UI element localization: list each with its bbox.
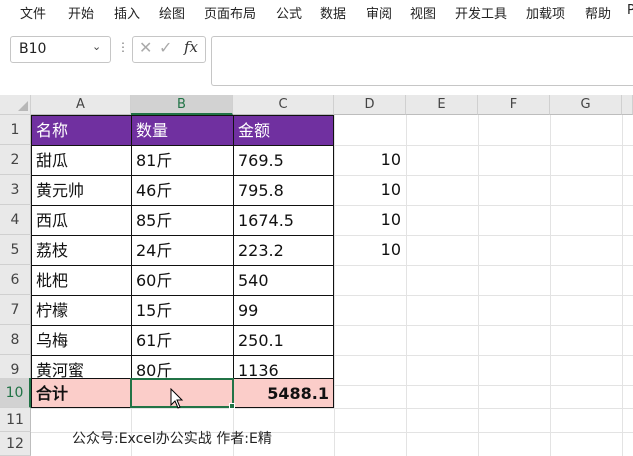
cell-c4[interactable]: 1674.5 [233,205,334,236]
row-header-2[interactable]: 2 [0,145,31,175]
tab-page-layout[interactable]: 页面布局 [204,3,256,22]
row-header-11[interactable]: 11 [0,408,31,432]
row-header-4[interactable]: 4 [0,205,31,235]
author-note: 公众号:Excel办公实战 作者:E精 [72,431,272,447]
column-header-a[interactable]: A [31,95,131,115]
tab-view[interactable]: 视图 [410,3,436,22]
formula-input[interactable] [211,36,633,86]
tab-file[interactable]: 文件 [20,3,46,22]
select-all-triangle-icon [18,101,28,111]
tab-review[interactable]: 审阅 [366,3,392,22]
tab-insert[interactable]: 插入 [114,3,140,22]
cell-c10[interactable]: 5488.1 [233,378,334,408]
mouse-pointer-icon [170,388,184,409]
column-header-f[interactable]: F [478,95,550,115]
cell-b5[interactable]: 24斤 [131,235,234,266]
cell-a6[interactable]: 枇杷 [31,265,132,296]
cell-c8[interactable]: 250.1 [233,325,334,356]
column-header-d[interactable]: D [334,95,406,115]
row-header-1[interactable]: 1 [0,115,31,145]
cell-a7[interactable]: 柠檬 [31,295,132,326]
cell-d5[interactable]: 10 [334,235,406,265]
tab-help[interactable]: 帮助 [585,3,611,22]
column-header-g[interactable]: G [550,95,622,115]
cell-a10[interactable]: 合计 [31,378,132,408]
tab-overflow[interactable]: P [627,3,633,18]
cell-a5[interactable]: 荔枝 [31,235,132,266]
cell-d4[interactable]: 10 [334,205,406,235]
column-header-e[interactable]: E [406,95,478,115]
tab-formulas[interactable]: 公式 [276,3,302,22]
tab-developer[interactable]: 开发工具 [455,3,507,22]
tab-home[interactable]: 开始 [68,3,94,22]
cell-b4[interactable]: 85斤 [131,205,234,236]
cell-b1[interactable]: 数量 [131,115,234,146]
tab-data[interactable]: 数据 [320,3,346,22]
cell-b7[interactable]: 15斤 [131,295,234,326]
cell-c1[interactable]: 金额 [233,115,334,146]
fill-handle[interactable] [229,403,235,409]
cell-b8[interactable]: 61斤 [131,325,234,356]
enter-icon[interactable]: ✓ [159,38,172,57]
cell-a8[interactable]: 乌梅 [31,325,132,356]
formula-bar: B10 ⌄ ⋮ ✕ ✓ fx [0,24,633,86]
row-header-12[interactable]: 12 [0,432,31,456]
chevron-down-icon[interactable]: ⌄ [92,40,101,53]
fx-icon[interactable]: fx [184,38,198,56]
ribbon-tabs: 文件 开始 插入 绘图 页面布局 公式 数据 审阅 视图 开发工具 加载项 帮助… [0,0,633,24]
column-header-h[interactable] [622,95,633,115]
row-header-3[interactable]: 3 [0,175,31,205]
column-header-c[interactable]: C [233,95,334,115]
row-header-8[interactable]: 8 [0,325,31,355]
cancel-icon[interactable]: ✕ [139,38,152,57]
cell-a2[interactable]: 甜瓜 [31,145,132,176]
cell-b2[interactable]: 81斤 [131,145,234,176]
cell-a1[interactable]: 名称 [31,115,132,146]
row-header-7[interactable]: 7 [0,295,31,325]
cell-b3[interactable]: 46斤 [131,175,234,206]
cell-b6[interactable]: 60斤 [131,265,234,296]
more-options-icon[interactable]: ⋮ [117,40,129,54]
cell-c3[interactable]: 795.8 [233,175,334,206]
cell-c7[interactable]: 99 [233,295,334,326]
tab-addins[interactable]: 加载项 [526,3,565,22]
cell-a3[interactable]: 黄元帅 [31,175,132,206]
cell-d3[interactable]: 10 [334,175,406,205]
row-header-5[interactable]: 5 [0,235,31,265]
cell-c6[interactable]: 540 [233,265,334,296]
column-header-b[interactable]: B [131,95,233,115]
cell-a4[interactable]: 西瓜 [31,205,132,236]
cell-c2[interactable]: 769.5 [233,145,334,176]
row-header-6[interactable]: 6 [0,265,31,295]
cell-c5[interactable]: 223.2 [233,235,334,266]
row-header-10[interactable]: 10 [0,378,31,408]
tab-draw[interactable]: 绘图 [159,3,185,22]
cell-d2[interactable]: 10 [334,145,406,175]
